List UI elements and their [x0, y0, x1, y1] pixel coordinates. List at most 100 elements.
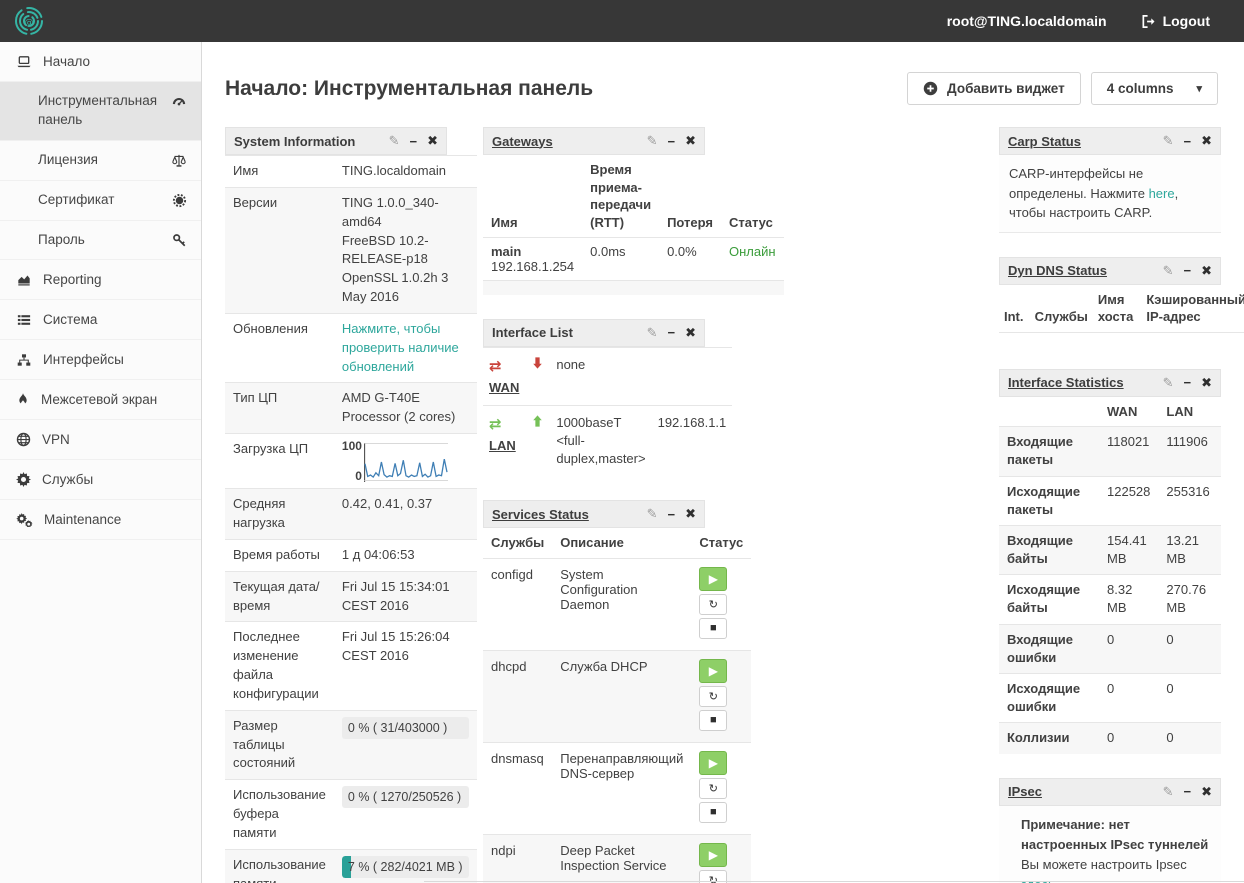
table-row: Исходящие ошибки 0 0 — [999, 673, 1221, 723]
footer-divider — [424, 881, 1244, 882]
edit-icon[interactable]: ✎ — [647, 506, 658, 522]
minimize-icon[interactable]: − — [668, 507, 676, 522]
minimize-icon[interactable]: − — [1184, 134, 1192, 149]
widget-gateways: Gateways ✎ − ✖ Имя Время приема-передачи… — [483, 127, 784, 295]
sidebar-item-home[interactable]: Начало — [0, 42, 201, 82]
arrow-down-icon — [533, 357, 543, 369]
app-logo[interactable]: @ — [0, 0, 202, 42]
widget-title: Interface List — [492, 325, 573, 341]
balance-icon — [172, 154, 186, 167]
gauge-icon — [172, 98, 186, 106]
minimize-icon[interactable]: − — [1184, 784, 1192, 799]
columns-select[interactable]: 4 columns ▾ — [1090, 72, 1218, 105]
interface-wan-link[interactable]: WAN — [489, 379, 519, 397]
minimize-icon[interactable]: − — [1184, 375, 1192, 390]
service-start-button[interactable]: ▶ — [699, 750, 728, 775]
sidebar-item-certificate[interactable]: Сертификат — [0, 181, 201, 221]
widget-title[interactable]: Dyn DNS Status — [1008, 263, 1107, 278]
topbar: @ root@TING.localdomain Logout — [0, 0, 1244, 42]
sidebar-item-password[interactable]: Пароль — [0, 221, 201, 261]
fire-icon — [19, 393, 27, 407]
table-row: Имя TING.localdomain — [225, 155, 477, 188]
service-stop-button[interactable]: ■ — [699, 801, 728, 823]
sidebar-item-vpn[interactable]: VPN — [0, 420, 201, 461]
widget-carp-status: Carp Status ✎ − ✖ CARP-интерфейсы не опр… — [999, 127, 1221, 233]
edit-icon[interactable]: ✎ — [1163, 133, 1174, 149]
sidebar-item-firewall[interactable]: Межсетевой экран — [0, 380, 201, 421]
edit-icon[interactable]: ✎ — [1163, 784, 1174, 800]
table-row: Входящие пакеты 118021 111906 — [999, 426, 1221, 477]
close-icon[interactable]: ✖ — [685, 325, 696, 341]
edit-icon[interactable]: ✎ — [1163, 263, 1174, 279]
edit-icon[interactable]: ✎ — [647, 133, 658, 149]
widget-system-information: System Information ✎ − ✖ Имя TING.locald… — [225, 127, 477, 883]
edit-icon[interactable]: ✎ — [1163, 375, 1174, 391]
table-row: Загрузка ЦП 100 0 — [225, 433, 477, 489]
widget-title[interactable]: Carp Status — [1008, 134, 1081, 149]
key-icon — [173, 233, 186, 246]
service-start-button[interactable]: ▶ — [699, 566, 728, 591]
close-icon[interactable]: ✖ — [685, 506, 696, 522]
memory-progressbar: 7 % ( 282/4021 MB ) — [341, 855, 469, 878]
close-icon[interactable]: ✖ — [1201, 263, 1212, 279]
widget-title[interactable]: Services Status — [492, 507, 589, 522]
close-icon[interactable]: ✖ — [685, 133, 696, 149]
service-start-button[interactable]: ▶ — [699, 842, 728, 867]
dashboard-grid: System Information ✎ − ✖ Имя TING.locald… — [225, 127, 1244, 883]
service-restart-button[interactable]: ↻ — [699, 593, 728, 615]
widget-title[interactable]: Gateways — [492, 134, 553, 149]
service-row: dnsmasq Перенаправляющий DNS-сервер ▶ ↻ … — [483, 742, 752, 834]
sidebar-item-system[interactable]: Система — [0, 300, 201, 341]
status-badge: Онлайн — [729, 244, 776, 260]
sidebar: Начало Инструментальная панель Лицензия — [0, 42, 202, 883]
logged-in-user: root@TING.localdomain — [946, 13, 1107, 29]
table-row: Использование памяти 7 % ( 282/4021 MB ) — [225, 849, 477, 883]
sidebar-item-reporting[interactable]: Reporting — [0, 260, 201, 301]
add-widget-button[interactable]: Добавить виджет — [907, 72, 1081, 105]
services-table: Службы Описание Статус configd System Co… — [483, 528, 752, 883]
dashboard-column-1: System Information ✎ − ✖ Имя TING.locald… — [225, 127, 477, 883]
table-row: Текущая дата/время Fri Jul 15 15:34:01 C… — [225, 571, 477, 622]
chevron-down-icon: ▾ — [1196, 83, 1202, 95]
certificate-icon — [172, 193, 187, 207]
service-stop-button[interactable]: ■ — [699, 617, 728, 639]
service-restart-button[interactable]: ↻ — [699, 777, 728, 799]
gears-icon — [16, 513, 33, 528]
gateways-table: Имя Время приема-передачи (RTT) Потеря С… — [483, 155, 784, 295]
laptop-icon — [17, 56, 31, 68]
service-stop-button[interactable]: ■ — [699, 709, 728, 731]
page-title: Начало: Инструментальная панель — [225, 76, 594, 100]
svg-text:@: @ — [25, 18, 34, 28]
close-icon[interactable]: ✖ — [427, 133, 438, 149]
edit-icon[interactable]: ✎ — [647, 325, 658, 341]
close-icon[interactable]: ✖ — [1201, 133, 1212, 149]
main-content: Начало: Инструментальная панель Добавить… — [202, 42, 1244, 883]
service-start-button[interactable]: ▶ — [699, 658, 728, 683]
minimize-icon[interactable]: − — [668, 134, 676, 149]
ipsec-note: Примечание: нет настроенных IPsec туннел… — [999, 805, 1221, 883]
sidebar-item-license[interactable]: Лицензия — [0, 141, 201, 181]
sidebar-item-services[interactable]: Службы — [0, 460, 201, 501]
list-icon — [17, 315, 31, 325]
minimize-icon[interactable]: − — [410, 134, 418, 149]
sidebar-item-interfaces[interactable]: Интерфейсы — [0, 340, 201, 381]
minimize-icon[interactable]: − — [668, 325, 676, 340]
close-icon[interactable]: ✖ — [1201, 375, 1212, 391]
carp-configure-link[interactable]: here — [1149, 186, 1175, 201]
edit-icon[interactable]: ✎ — [389, 133, 400, 149]
table-row: Последнее изменение файла конфигурации F… — [225, 621, 477, 710]
minimize-icon[interactable]: − — [1184, 263, 1192, 278]
widget-title[interactable]: Interface Statistics — [1008, 375, 1124, 390]
dyn-dns-table: Int. Службы Имя хоста Кэшированный IP-ад… — [999, 285, 1244, 345]
check-updates-link[interactable]: Нажмите, чтобы проверить наличие обновле… — [342, 321, 459, 374]
ipsec-configure-link[interactable]: здесь — [1021, 877, 1055, 883]
close-icon[interactable]: ✖ — [1201, 784, 1212, 800]
logout-button[interactable]: Logout — [1141, 13, 1210, 29]
cpu-load-sparkline: 100 0 — [342, 440, 469, 483]
widget-title[interactable]: IPsec — [1008, 784, 1042, 799]
sidebar-item-dashboard[interactable]: Инструментальная панель — [0, 82, 201, 141]
sidebar-item-maintenance[interactable]: Maintenance — [0, 500, 201, 541]
service-restart-button[interactable]: ↻ — [699, 685, 728, 707]
interface-lan-link[interactable]: LAN — [489, 437, 519, 455]
sign-out-icon — [1142, 14, 1155, 28]
